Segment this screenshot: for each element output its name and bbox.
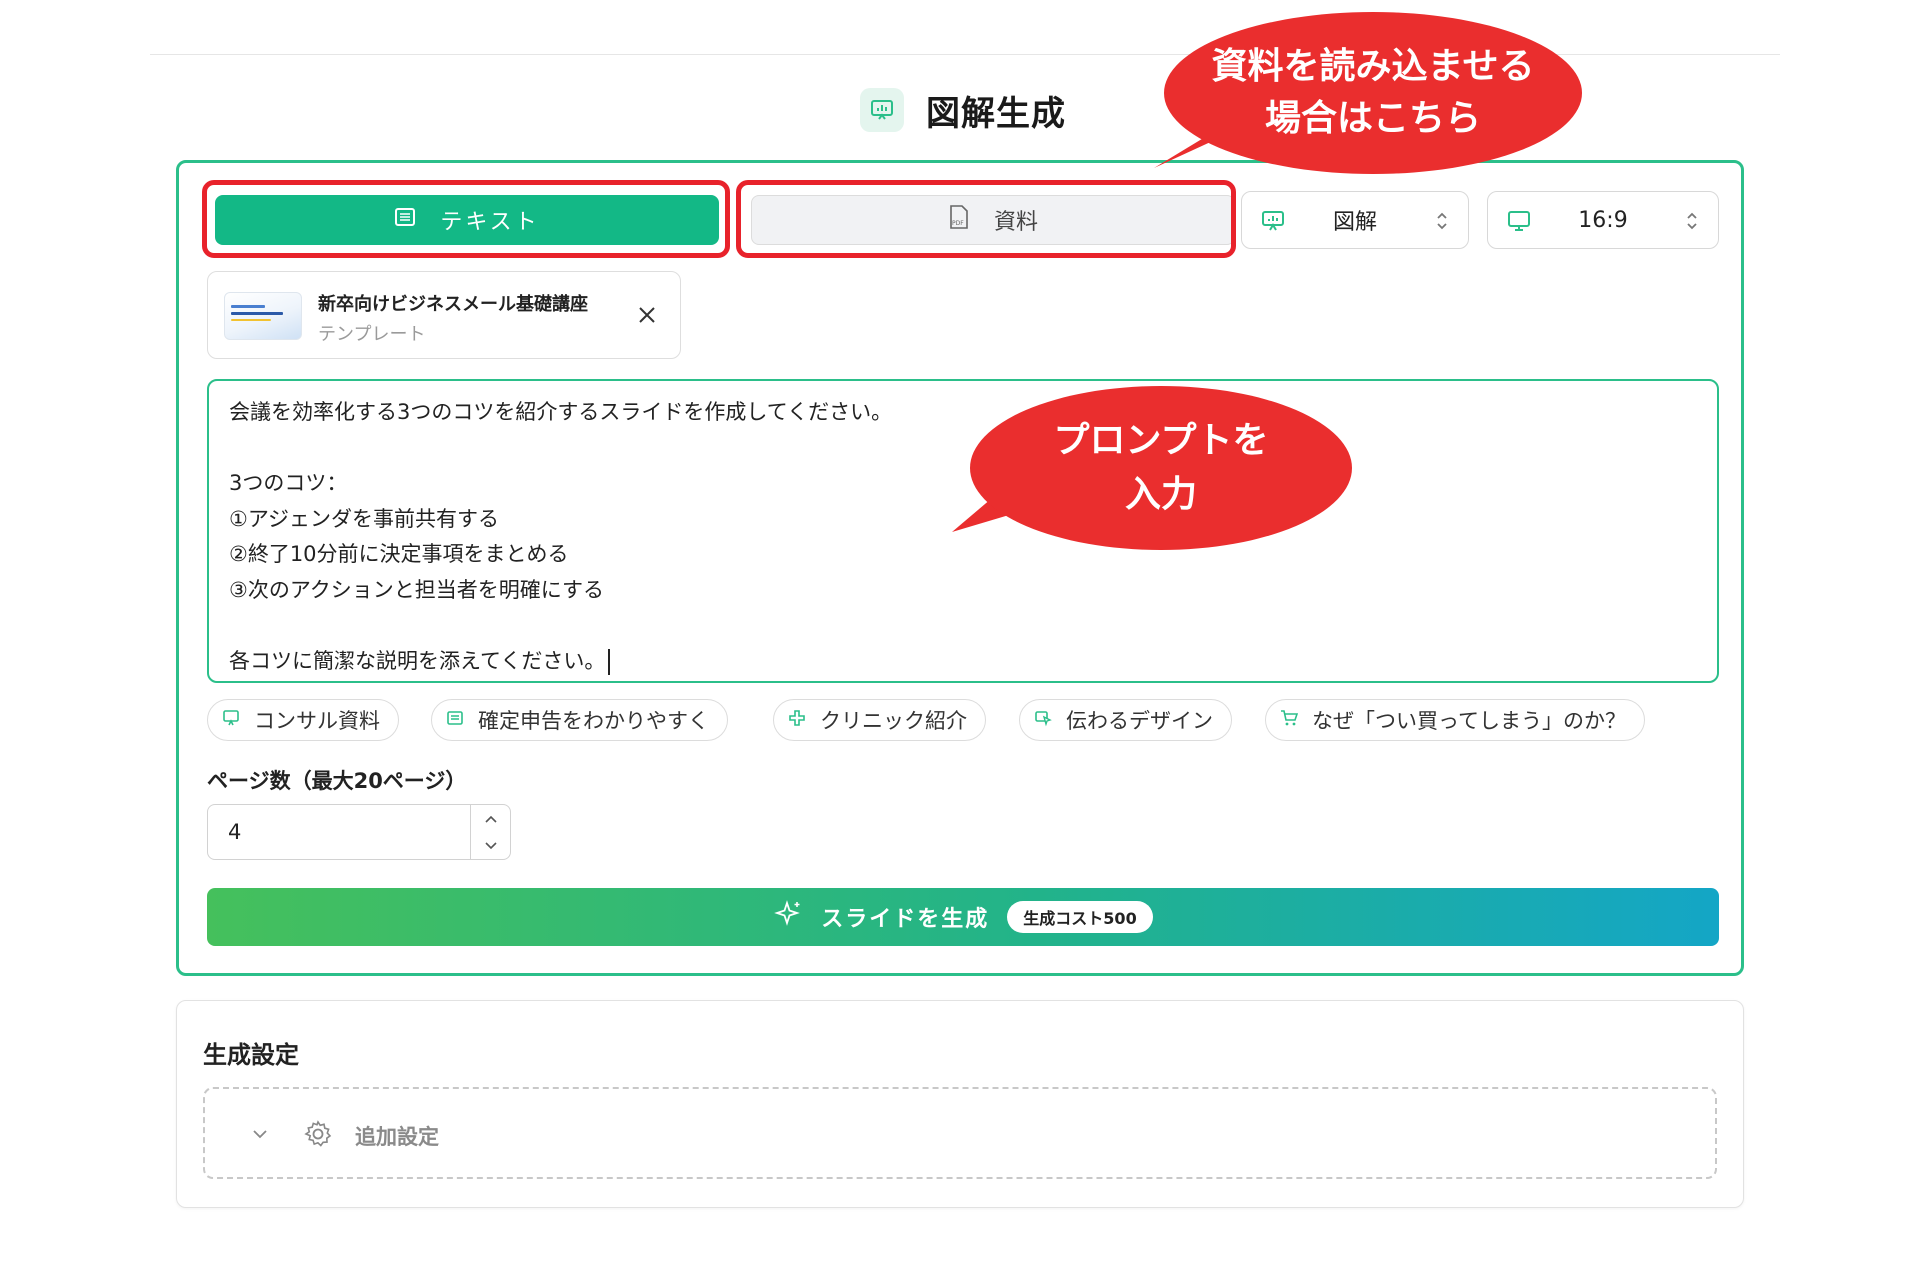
suggestion-chip[interactable]: クリニック紹介 xyxy=(773,699,986,741)
prompt-line xyxy=(229,608,1697,644)
callout-document: 資料を読み込ませる 場合はこちら xyxy=(1164,12,1582,174)
generate-slides-button[interactable]: スライドを生成 生成コスト500 xyxy=(207,888,1719,946)
tab-document-label: 資料 xyxy=(993,210,1038,235)
suggestion-label: なぜ「つい買ってしまう」のか？ xyxy=(1312,709,1626,733)
prompt-line xyxy=(229,431,1697,467)
settings-title: 生成設定 xyxy=(203,1041,299,1069)
close-icon[interactable] xyxy=(636,304,658,330)
pdf-file-icon: PDF xyxy=(948,204,970,236)
presentation-icon xyxy=(222,708,240,732)
cost-badge: 生成コスト500 xyxy=(1007,901,1153,933)
template-subtitle: テンプレート xyxy=(318,324,426,345)
chevron-up-icon[interactable] xyxy=(471,805,511,832)
selected-template[interactable]: 新卒向けビジネスメール基礎講座 テンプレート xyxy=(207,271,681,359)
tab-document-mode[interactable]: PDF 資料 xyxy=(751,195,1235,245)
advanced-settings-label: 追加設定 xyxy=(355,1125,439,1149)
page-count-value: 4 xyxy=(228,820,242,844)
prompt-line: ③次のアクションと担当者を明確にする xyxy=(229,577,604,602)
advanced-settings-toggle[interactable]: 追加設定 xyxy=(203,1087,1717,1179)
chevron-updown-icon xyxy=(1434,208,1450,240)
suggestion-label: 伝わるデザイン xyxy=(1066,709,1213,733)
text-icon xyxy=(394,206,416,234)
generation-form: テキスト PDF 資料 図解 16:9 新卒向けビジネスメール基礎講座 テンプレ… xyxy=(176,160,1744,976)
pointer-icon xyxy=(1034,708,1052,732)
page-count-label: ページ数（最大20ページ） xyxy=(207,769,467,793)
page-count-stepper xyxy=(470,805,510,859)
suggestion-chip[interactable]: 伝わるデザイン xyxy=(1019,699,1232,741)
suggestion-chip[interactable]: コンサル資料 xyxy=(207,699,399,741)
chevron-down-icon[interactable] xyxy=(471,832,511,859)
svg-text:PDF: PDF xyxy=(952,220,964,227)
suggestion-label: コンサル資料 xyxy=(254,709,380,733)
page-header: 図解生成 xyxy=(860,86,1066,134)
gear-icon xyxy=(303,1119,333,1153)
tab-text-mode[interactable]: テキスト xyxy=(215,195,719,245)
page-count-input[interactable]: 4 xyxy=(207,804,511,860)
suggestion-label: クリニック紹介 xyxy=(820,709,967,733)
template-title: 新卒向けビジネスメール基礎講座 xyxy=(318,294,588,315)
page-title: 図解生成 xyxy=(926,93,1066,134)
callout-prompt-line2: 入力 xyxy=(1124,474,1197,515)
generation-settings: 生成設定 追加設定 xyxy=(176,1000,1744,1208)
sparkle-icon xyxy=(773,899,803,935)
suggestion-chip[interactable]: なぜ「つい買ってしまう」のか？ xyxy=(1265,699,1645,741)
prompt-line: 会議を効率化する3つのコツを紹介するスライドを作成してください。 xyxy=(229,400,893,424)
cart-icon xyxy=(1280,708,1299,732)
generate-label: スライドを生成 xyxy=(821,907,990,932)
text-caret xyxy=(608,648,611,675)
aspect-ratio-select[interactable]: 16:9 xyxy=(1487,191,1719,249)
presentation-chart-icon xyxy=(860,88,904,132)
callout-document-line2: 場合はこちら xyxy=(1264,98,1481,139)
callout-document-line1: 資料を読み込ませる xyxy=(1211,46,1535,87)
callout-prompt-line1: プロンプトを xyxy=(1053,420,1269,461)
chevron-updown-icon xyxy=(1684,208,1700,240)
medical-cross-icon xyxy=(788,708,806,732)
chevron-down-icon xyxy=(249,1123,271,1149)
callout-prompt: プロンプトを 入力 xyxy=(970,386,1352,550)
prompt-line: ②終了10分前に決定事項をまとめる xyxy=(229,542,569,566)
template-thumbnail xyxy=(224,292,302,340)
prompt-line-text: 各コツに簡潔な説明を添えてください。 xyxy=(229,648,606,673)
diagram-type-select[interactable]: 図解 xyxy=(1241,191,1469,249)
suggestion-label: 確定申告をわかりやすく xyxy=(478,709,709,733)
tab-text-label: テキスト xyxy=(440,210,540,235)
suggestion-chip[interactable]: 確定申告をわかりやすく xyxy=(431,699,728,741)
document-icon xyxy=(446,708,464,732)
prompt-line-last: 各コツに簡潔な説明を添えてください。 xyxy=(229,644,1697,680)
